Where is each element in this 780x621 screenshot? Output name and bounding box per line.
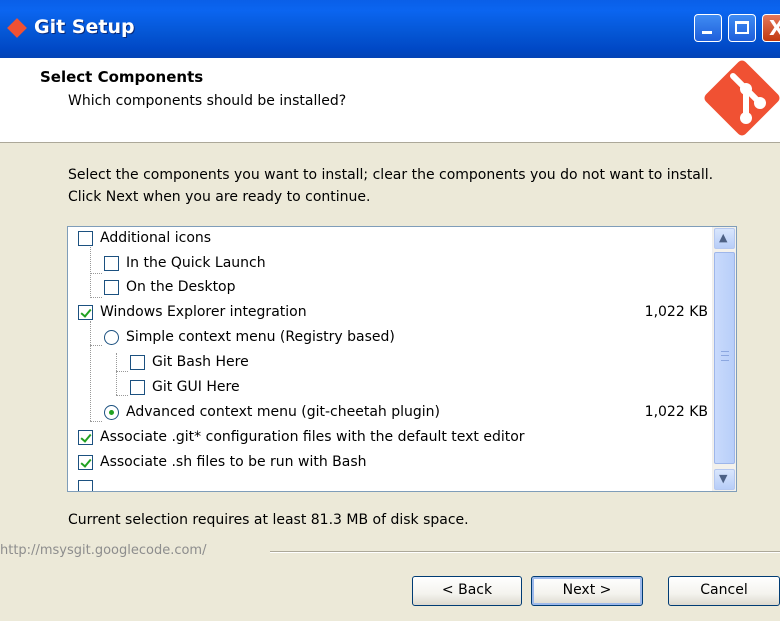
vertical-scrollbar[interactable]: ▲ ▼ [712,227,736,491]
components-list[interactable]: Additional icons In the Quick Launch On … [67,226,737,492]
list-item[interactable]: Additional icons [68,228,708,252]
list-item[interactable]: In the Quick Launch [68,253,708,277]
item-size: 1,022 KB [644,304,708,320]
item-label: Associate .git* configuration files with… [100,429,525,445]
checkbox[interactable] [78,430,93,445]
close-icon: X [769,16,780,40]
grip-icon [721,351,729,361]
item-label: In the Quick Launch [126,255,266,271]
checkbox[interactable] [130,355,145,370]
checkbox[interactable] [78,455,93,470]
window-title: Git Setup [34,16,135,38]
list-item[interactable]: Advanced context menu (git-cheetah plugi… [68,402,708,426]
item-label: Additional icons [100,230,212,246]
item-label: Windows Explorer integration [100,304,307,320]
wizard-header: Select Components Which components shoul… [0,58,780,143]
git-logo-icon [704,60,780,136]
instructions-text: Select the components you want to instal… [68,167,714,205]
checkbox[interactable] [78,305,93,320]
list-item[interactable]: Associate .git* configuration files with… [68,427,708,451]
list-item[interactable]: On the Desktop [68,277,708,301]
checkbox[interactable] [78,480,93,491]
minimize-button[interactable] [694,14,722,42]
back-button[interactable]: < Back [412,576,522,606]
checkbox[interactable] [104,256,119,271]
maximize-button[interactable] [728,14,756,42]
list-item[interactable]: Simple context menu (Registry based) [68,327,708,351]
scroll-up-button[interactable]: ▲ [714,228,735,249]
page-subtitle: Which components should be installed? [68,93,347,109]
list-item[interactable] [68,477,708,491]
disk-space-text: Current selection requires at least 81.3… [68,512,469,528]
branding-url: http://msysgit.googlecode.com/ [0,543,207,558]
minimize-icon [702,31,712,34]
checkbox[interactable] [104,280,119,295]
page-title: Select Components [40,68,204,86]
scroll-down-button[interactable]: ▼ [714,469,735,490]
item-label: Git GUI Here [152,379,240,395]
close-button[interactable]: X [762,14,780,42]
chevron-down-icon: ▼ [719,472,728,485]
chevron-up-icon: ▲ [719,231,728,244]
checkbox[interactable] [78,231,93,246]
item-label: Simple context menu (Registry based) [126,329,395,345]
divider [270,552,780,553]
item-label: Git Bash Here [152,354,249,370]
item-size: 1,022 KB [644,404,708,420]
list-item[interactable]: Associate .sh files to be run with Bash [68,452,708,476]
next-button[interactable]: Next > [531,576,643,606]
list-item[interactable]: Windows Explorer integration 1,022 KB [68,302,708,326]
radio-button[interactable] [104,330,119,345]
maximize-icon [735,21,749,34]
radio-button[interactable] [104,405,119,420]
scroll-thumb[interactable] [714,252,735,464]
item-label: Advanced context menu (git-cheetah plugi… [126,404,440,420]
item-label: Associate .sh files to be run with Bash [100,454,367,470]
cancel-button[interactable]: Cancel [668,576,780,606]
list-item[interactable]: Git GUI Here [68,377,708,401]
title-bar: Git Setup X [0,0,780,58]
checkbox[interactable] [130,380,145,395]
git-logo-icon [7,18,27,38]
item-label: On the Desktop [126,279,236,295]
list-item[interactable]: Git Bash Here [68,352,708,376]
